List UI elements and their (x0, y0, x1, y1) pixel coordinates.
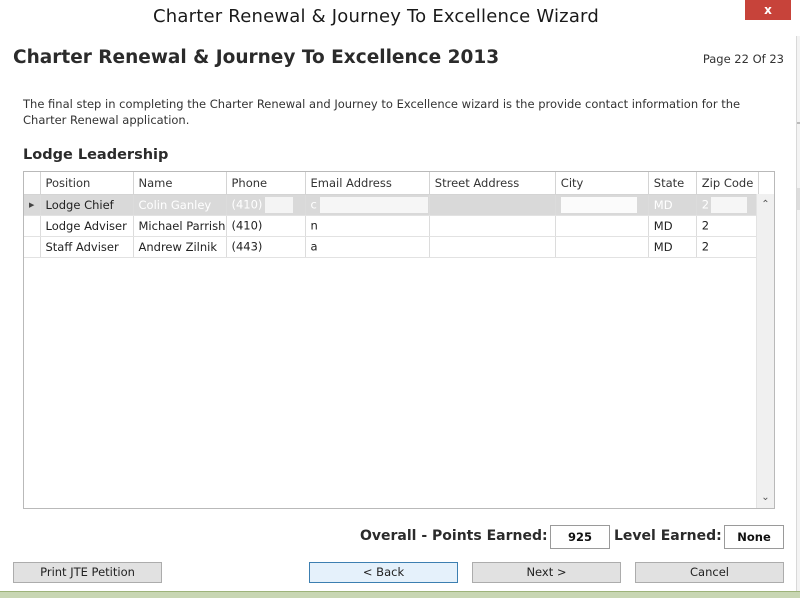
close-icon: x (764, 3, 772, 17)
page-heading: Charter Renewal & Journey To Excellence … (13, 47, 500, 68)
row-indicator-icon: ▶ (24, 194, 41, 216)
cell-phone[interactable]: (443) (226, 236, 306, 258)
redaction (319, 197, 428, 213)
redaction (711, 218, 748, 234)
cell-position[interactable]: Lodge Adviser (40, 215, 134, 237)
redaction (711, 239, 748, 255)
points-earned-value: 925 (550, 525, 610, 549)
cell-state[interactable]: MD (648, 236, 697, 258)
column-header-zip[interactable]: Zip Code (696, 172, 759, 195)
step-description: The final step in completing the Charter… (23, 97, 741, 127)
page-counter: Page 22 Of 23 (702, 52, 784, 66)
cell-email[interactable]: c (305, 194, 430, 216)
level-earned-value: None (724, 525, 784, 549)
redaction (320, 239, 429, 255)
cell-city[interactable] (555, 215, 649, 237)
window-title: Charter Renewal & Journey To Excellence … (153, 6, 599, 27)
back-button[interactable]: < Back (309, 562, 458, 583)
column-header-street[interactable]: Street Address (429, 172, 556, 195)
cell-phone[interactable]: (410) (226, 194, 306, 216)
cell-state[interactable]: MD (648, 194, 697, 216)
close-button[interactable]: x (745, 0, 791, 20)
column-header-indicator (24, 172, 41, 195)
leadership-table: Position Name Phone Email Address Street… (24, 172, 759, 258)
cell-state[interactable]: MD (648, 215, 697, 237)
table-row[interactable]: Lodge Adviser Michael Parrish (410) n MD… (24, 215, 759, 237)
title-bar: Charter Renewal & Journey To Excellence … (0, 0, 800, 36)
redaction (265, 197, 294, 213)
column-header-email[interactable]: Email Address (305, 172, 430, 195)
scroll-up-icon[interactable]: ⌃ (757, 196, 774, 213)
column-header-city[interactable]: City (555, 172, 649, 195)
redaction (320, 218, 429, 234)
cell-name[interactable]: Colin Ganley (133, 194, 227, 216)
column-header-name[interactable]: Name (133, 172, 227, 195)
level-earned-label: Level Earned: (614, 528, 722, 544)
next-button[interactable]: Next > (472, 562, 621, 583)
cell-name[interactable]: Michael Parrish (133, 215, 227, 237)
header-row: Position Name Phone Email Address Street… (24, 172, 759, 195)
cell-zip[interactable]: 2 (696, 194, 759, 216)
table-row[interactable]: ▶ Lodge Chief Colin Ganley (410) c MD 2 (24, 194, 759, 216)
cell-zip[interactable]: 2 (696, 236, 759, 258)
cell-name[interactable]: Andrew Zilnik (133, 236, 227, 258)
column-header-phone[interactable]: Phone (226, 172, 306, 195)
redaction (560, 197, 637, 213)
column-header-state[interactable]: State (648, 172, 697, 195)
cell-city[interactable] (555, 236, 649, 258)
redaction (265, 239, 294, 255)
cell-zip[interactable]: 2 (696, 215, 759, 237)
column-header-position[interactable]: Position (40, 172, 134, 195)
redaction (265, 218, 294, 234)
redaction (711, 197, 748, 213)
points-earned-label: Overall - Points Earned: (360, 528, 548, 544)
cell-email[interactable]: a (305, 236, 430, 258)
background-window-edge (796, 36, 800, 591)
cell-position[interactable]: Lodge Chief (40, 194, 134, 216)
scroll-down-icon[interactable]: ⌄ (757, 489, 774, 506)
print-jte-petition-button[interactable]: Print JTE Petition (13, 562, 162, 583)
cell-street[interactable] (429, 194, 556, 216)
cancel-button[interactable]: Cancel (635, 562, 784, 583)
section-title: Lodge Leadership (23, 147, 169, 163)
cell-email[interactable]: n (305, 215, 430, 237)
vertical-scrollbar[interactable]: ⌃ ⌄ (756, 194, 774, 508)
points-summary: Overall - Points Earned: 925 Level Earne… (0, 524, 800, 550)
cell-position[interactable]: Staff Adviser (40, 236, 134, 258)
lodge-leadership-grid[interactable]: Position Name Phone Email Address Street… (23, 171, 775, 509)
cell-street[interactable] (429, 215, 556, 237)
table-row[interactable]: Staff Adviser Andrew Zilnik (443) a MD 2 (24, 236, 759, 258)
cell-phone[interactable]: (410) (226, 215, 306, 237)
cell-street[interactable] (429, 236, 556, 258)
cell-city[interactable] (555, 194, 649, 216)
